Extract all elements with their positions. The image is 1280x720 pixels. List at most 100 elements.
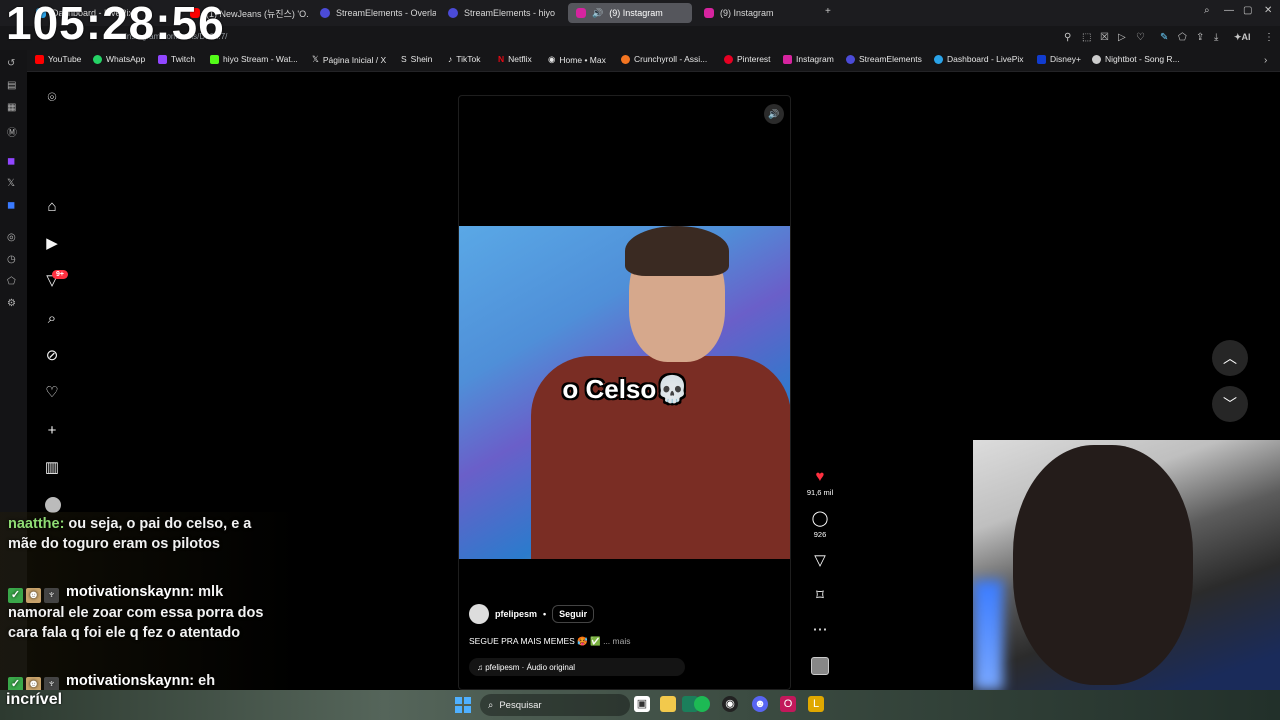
share-icon[interactable]: ⇪ [1196,32,1204,43]
download-icon[interactable]: ⤓ [1214,32,1218,43]
reel-video[interactable]: o Celso💀 [459,226,790,559]
tab-instagram[interactable]: (9) Instagram [696,3,820,23]
player-icon[interactable]: ◎ [7,232,16,243]
whatsapp-icon [93,54,102,64]
nightbot-icon [1092,54,1101,64]
bookmark-twitch[interactable]: Twitch [158,54,195,64]
profile-avatar[interactable] [45,497,61,513]
comment-icon: ◯ [811,510,829,527]
maximize-icon[interactable]: ▢ [1243,5,1252,16]
max-icon: ◉ [548,54,556,64]
obs-icon[interactable]: ◉ [722,696,738,712]
extensions-icon[interactable]: ⬠ [7,276,16,287]
audio-thumbnail[interactable] [811,657,829,675]
windows-start-icon[interactable] [455,697,471,713]
reel-card[interactable]: 🔊 o Celso💀 pfelipesm • Seguir SEGUE PRA … [458,95,791,690]
bookmarks-more-icon[interactable]: › [1264,55,1267,66]
block-icon[interactable]: ☒ [1100,32,1109,43]
comment-button[interactable]: ◯ 926 [806,510,834,540]
tab-streamelements-hiyo[interactable]: StreamElements - hiyo [440,3,564,23]
volume-icon[interactable]: 🔊 [764,104,784,124]
share-button[interactable]: ▽ [806,553,834,569]
pin-icon[interactable]: ⚲ [1064,32,1071,43]
opera-gx-icon[interactable]: O [780,696,796,712]
close-icon[interactable]: ✕ [1264,5,1272,16]
x-icon: 𝕏 [312,54,319,64]
bookmark-label: YouTube [48,54,82,64]
ai-icon[interactable]: ✦AI [1234,32,1251,43]
tab-instagram-active[interactable]: 🔊 (9) Instagram [568,3,692,23]
bookmark-disney[interactable]: Disney+ [1037,54,1081,64]
play-icon[interactable]: ▷ [1118,32,1126,43]
heart-filled-icon: ♥ [815,468,825,485]
app-l-icon[interactable]: L [808,696,824,712]
tab-label: StreamElements - Overlay [336,8,436,18]
bookmark-livepix[interactable]: Dashboard - LivePix [934,54,1024,64]
heart-outline-icon[interactable]: ♡ [1136,32,1145,43]
bookmark-crunchyroll[interactable]: Crunchyroll - Assi... [621,54,707,64]
minimize-icon[interactable]: — [1224,5,1234,16]
livepix-icon [934,54,943,64]
wallet-icon[interactable]: ▤ [7,80,16,91]
bookmark-hiyo-stream[interactable]: hiyo Stream - Wat... [210,54,298,64]
pinterest-icon [724,54,733,64]
bookmark-youtube[interactable]: YouTube [35,54,81,64]
dashboard-icon[interactable]: ▥ [44,460,60,476]
bookmark-whatsapp[interactable]: WhatsApp [93,54,145,64]
menu-icon[interactable]: ⋮ [1264,32,1274,43]
audio-link[interactable]: ♫ pfelipesm · Áudio original [469,658,685,676]
tab-streamelements-overlay[interactable]: StreamElements - Overlay [312,3,436,23]
next-reel-button[interactable]: ﹀ [1212,386,1248,422]
spotify-icon[interactable] [694,696,710,712]
twitch-icon[interactable]: ◼ [7,156,15,167]
kick-icon [210,54,219,64]
screenshot-icon[interactable]: ⬚ [1082,32,1091,43]
bookmark-streamelements[interactable]: StreamElements [846,54,922,64]
follow-button[interactable]: Seguir [552,605,595,623]
comments-count: 926 [813,530,827,539]
instagram-logo-icon[interactable]: ⌾ [44,90,60,106]
bookmark-netflix[interactable]: N Netflix [498,54,532,64]
extension-icon[interactable]: ✎ [1160,32,1168,43]
file-explorer-icon[interactable] [660,696,676,712]
more-options-button[interactable]: ⋯ [806,622,834,638]
new-tab-icon[interactable]: + [825,6,831,17]
app-icon[interactable]: ◼ [7,200,15,211]
clock-icon[interactable]: ◷ [7,254,16,265]
create-icon[interactable]: + [44,423,60,439]
messenger-icon[interactable]: Ⓜ [7,124,17,139]
notifications-heart-icon[interactable]: ♡ [44,385,60,401]
tab-label: (9) Instagram [609,8,663,18]
reels-icon[interactable]: ▶ [44,236,60,252]
chat-username: motivationskaynn: [66,673,195,689]
home-icon[interactable]: ⌂ [44,199,60,215]
taskbar-search[interactable]: ⌕ Pesquisar [480,694,630,716]
bookmark-x[interactable]: 𝕏 Página Inicial / X [312,54,386,65]
bits-badge-icon: ♆ [44,588,59,603]
bookmark-tiktok[interactable]: ♪ TikTok [448,54,481,64]
more-link[interactable]: ... mais [603,636,630,646]
settings-icon[interactable]: ⚙ [7,298,16,309]
search-tabs-icon[interactable]: ⌕ [1204,5,1210,16]
author-avatar[interactable] [469,604,489,624]
explore-icon[interactable]: ⊘ [44,348,60,364]
discord-icon[interactable]: ☻ [752,696,768,712]
bookmark-nightbot[interactable]: Nightbot - Song R... [1092,54,1180,64]
previous-reel-button[interactable]: ︿ [1212,340,1248,376]
like-button[interactable]: ♥ 91,6 mil [806,468,834,498]
search-icon[interactable]: ⌕ [44,311,60,327]
history-icon[interactable]: ↺ [7,58,15,69]
bookmark-shein[interactable]: S Shein [401,54,432,64]
puzzle-icon[interactable]: ⬠ [1178,32,1187,43]
streamer-silhouette [1013,445,1193,685]
bookmark-label: Twitch [171,54,196,64]
notes-icon[interactable]: ▦ [7,102,16,113]
bookmark-pinterest[interactable]: Pinterest [724,54,771,64]
save-button[interactable]: ⌑ [806,588,834,604]
bookmark-instagram[interactable]: Instagram [783,54,834,64]
author-name[interactable]: pfelipesm [495,609,537,619]
subscriber-badge-icon: ☻ [26,588,41,603]
photos-app-icon[interactable]: ▣ [634,696,650,712]
x-icon[interactable]: 𝕏 [7,178,15,189]
bookmark-max[interactable]: ◉ Home • Max [548,54,606,65]
